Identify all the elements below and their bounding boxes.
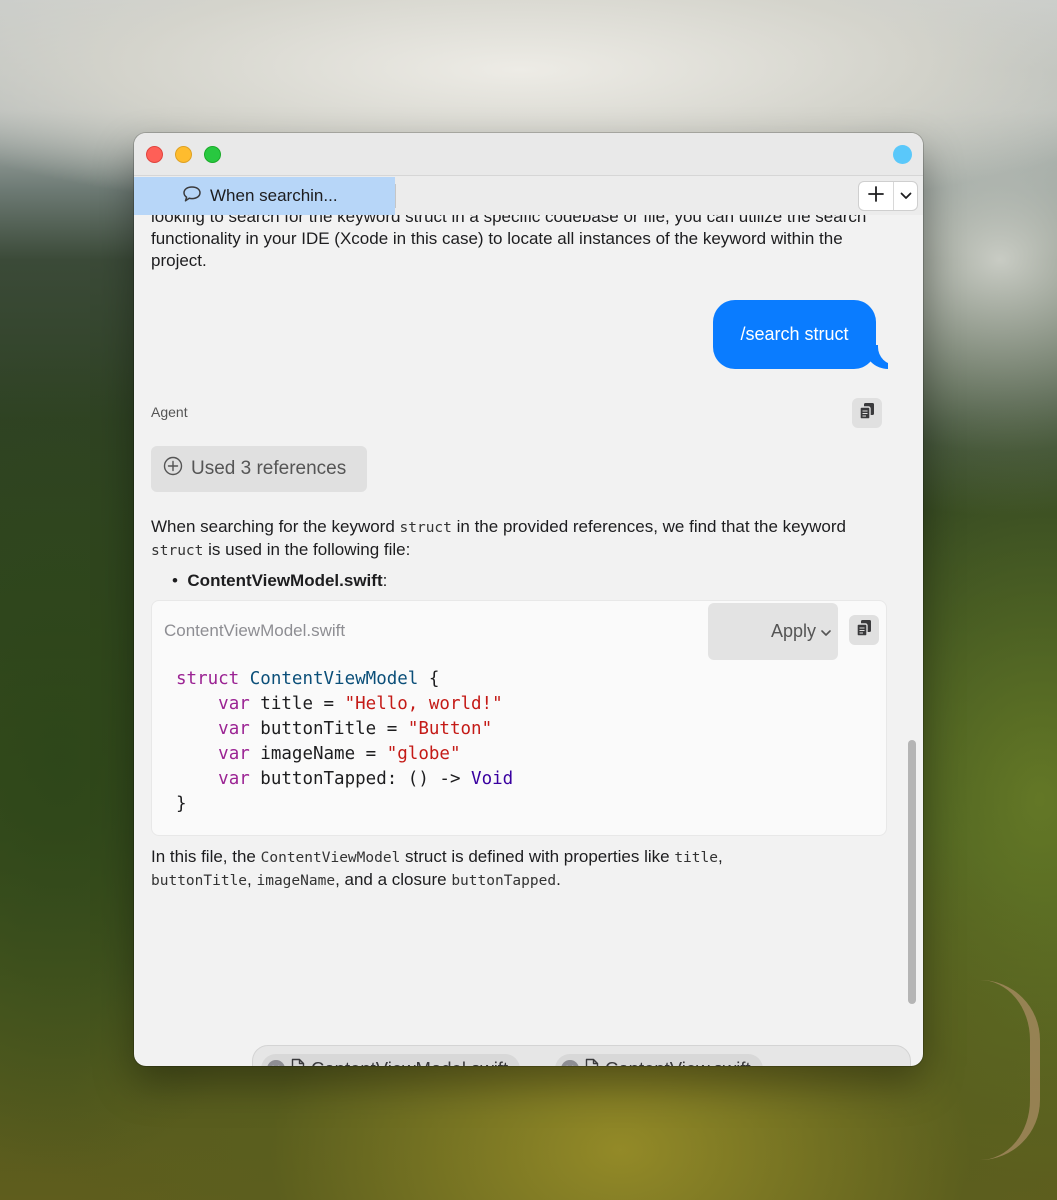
code-keyword: var xyxy=(218,719,250,739)
response-text: When searching for the keyword xyxy=(151,517,400,536)
code-keyword: var xyxy=(218,744,250,764)
document-icon xyxy=(291,1058,305,1066)
inline-code: imageName xyxy=(256,873,336,889)
response-intro: When searching for the keyword struct in… xyxy=(151,516,871,562)
attachment-chip[interactable]: ✕ ContentView.swift xyxy=(555,1054,763,1066)
code-string: "globe" xyxy=(386,744,461,764)
code-text: } xyxy=(176,794,187,814)
response-text: , and a closure xyxy=(335,870,452,889)
apply-label: Apply xyxy=(770,621,816,641)
copy-code-button[interactable] xyxy=(849,615,879,645)
code-text: buttonTitle = xyxy=(249,719,408,739)
response-text: is used in the following file: xyxy=(203,540,411,559)
status-indicator xyxy=(893,145,912,164)
tab-menu-button[interactable] xyxy=(894,182,917,210)
plus-icon xyxy=(867,185,885,208)
chevron-down-icon xyxy=(820,621,832,642)
inline-code: ContentViewModel xyxy=(260,850,401,866)
tab-title: When searchin... xyxy=(210,186,338,205)
response-text: in the provided references, we find that… xyxy=(451,517,846,536)
chat-bubble-icon xyxy=(182,185,202,208)
code-text: buttonTapped: () -> xyxy=(249,769,472,789)
inline-code: struct xyxy=(151,543,204,559)
remove-attachment-icon[interactable]: ✕ xyxy=(561,1060,579,1066)
bullet-point: • xyxy=(172,571,188,590)
code-keyword: struct xyxy=(176,669,240,689)
plus-circle-icon xyxy=(163,456,183,482)
code-filename: ContentViewModel.swift xyxy=(164,621,346,640)
copy-icon xyxy=(856,619,872,642)
previous-agent-message: looking to search for the keyword struct… xyxy=(151,215,867,270)
response-text: In this file, the xyxy=(151,847,261,866)
used-references-button[interactable]: Used 3 references xyxy=(151,446,367,492)
inline-code: title xyxy=(674,850,718,866)
code-keyword: var xyxy=(218,769,250,789)
attachment-name: ContentView.swift xyxy=(605,1058,751,1066)
chat-window: When searchin... looking to search for t… xyxy=(134,133,923,1066)
minimize-window-button[interactable] xyxy=(175,146,192,163)
file-name: ContentViewModel.swift xyxy=(187,571,383,590)
response-text: . xyxy=(556,870,561,889)
tab-conversation[interactable]: When searchin... xyxy=(134,177,395,215)
user-message-bubble: /search struct xyxy=(713,300,876,369)
tab-bar: When searchin... xyxy=(134,175,923,215)
conversation-area[interactable]: looking to search for the keyword struct… xyxy=(134,215,923,1066)
code-content: struct ContentViewModel { var title = "H… xyxy=(176,667,513,817)
code-type: Void xyxy=(471,769,514,789)
response-summary: In this file, the ContentViewModel struc… xyxy=(151,846,871,892)
code-string: "Hello, world!" xyxy=(344,694,503,714)
new-tab-button[interactable] xyxy=(859,182,895,210)
references-label: Used 3 references xyxy=(191,458,347,479)
apply-button[interactable]: Apply xyxy=(708,603,838,660)
code-block: ContentViewModel.swift Apply struct Cont… xyxy=(151,600,887,836)
copy-icon xyxy=(859,402,875,425)
inline-code: buttonTapped xyxy=(451,873,557,889)
tab-controls xyxy=(858,181,918,211)
attachment-name: ContentViewModel.swift xyxy=(311,1058,508,1066)
title-bar[interactable] xyxy=(134,133,923,175)
response-text: , xyxy=(717,847,723,866)
remove-attachment-icon[interactable]: ✕ xyxy=(267,1060,285,1066)
tab-divider xyxy=(395,184,396,208)
code-string: "Button" xyxy=(407,719,493,739)
bullet-suffix: : xyxy=(382,571,388,590)
code-text: title = xyxy=(249,694,345,714)
inline-code: buttonTitle xyxy=(151,873,248,889)
file-list-item: • ContentViewModel.swift: xyxy=(172,571,387,591)
code-text: imageName = xyxy=(249,744,387,764)
zoom-window-button[interactable] xyxy=(204,146,221,163)
inline-code: struct xyxy=(399,520,452,536)
code-type: ContentViewModel xyxy=(249,669,419,689)
code-keyword: var xyxy=(218,694,250,714)
close-window-button[interactable] xyxy=(146,146,163,163)
document-icon xyxy=(585,1058,599,1066)
background-road xyxy=(960,980,1040,1160)
attachment-chip[interactable]: ✕ ContentViewModel.swift xyxy=(261,1054,521,1066)
copy-response-button[interactable] xyxy=(852,398,882,428)
agent-label: Agent xyxy=(151,404,188,420)
code-text: { xyxy=(418,669,440,689)
message-composer[interactable]: ✕ ContentViewModel.swift ✕ ContentView.s… xyxy=(252,1045,911,1066)
chevron-down-icon xyxy=(900,187,912,205)
response-text: struct is defined with properties like xyxy=(400,847,675,866)
scrollbar-thumb[interactable] xyxy=(908,740,916,1004)
